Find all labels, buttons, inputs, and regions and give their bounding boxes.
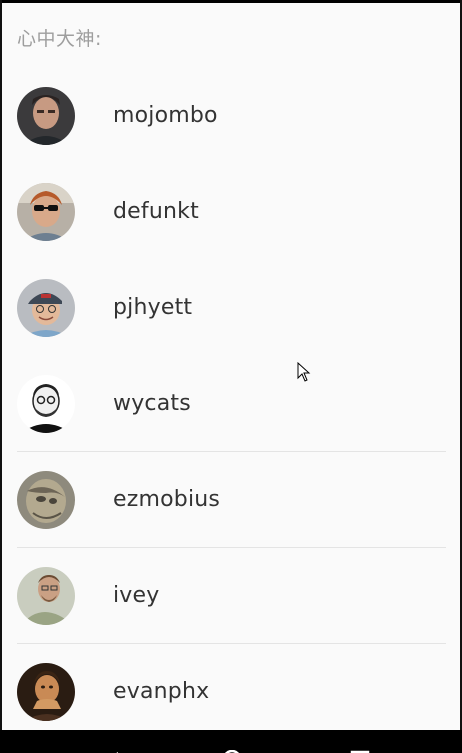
list-item[interactable]: evanphx: [2, 644, 460, 740]
list-item[interactable]: defunkt: [2, 164, 460, 260]
page-title: 心中大神:: [17, 28, 102, 50]
username: mojombo: [113, 103, 218, 128]
avatar: [17, 567, 75, 625]
username: ivey: [113, 583, 160, 608]
status-bar-edge: [0, 0, 462, 3]
list-item[interactable]: pjhyett: [2, 260, 460, 356]
recents-square-icon[interactable]: [350, 744, 370, 753]
username: wycats: [113, 391, 191, 416]
avatar: [17, 375, 75, 433]
list-item[interactable]: ezmobius: [2, 452, 460, 548]
username: ezmobius: [113, 487, 221, 512]
back-triangle-icon[interactable]: [104, 744, 120, 753]
list-item[interactable]: wycats: [2, 356, 460, 452]
user-list: mojombo defunkt pjhyett wycats ezmobius …: [2, 68, 460, 740]
avatar: [17, 87, 75, 145]
avatar: [17, 279, 75, 337]
username: pjhyett: [113, 295, 193, 320]
username: defunkt: [113, 199, 199, 224]
home-circle-icon[interactable]: [222, 744, 242, 753]
list-item[interactable]: mojombo: [2, 68, 460, 164]
avatar: [17, 471, 75, 529]
username: evanphx: [113, 679, 210, 704]
app-screen: 心中大神: mojombo defunkt pjhyett wycats ezm…: [0, 0, 462, 753]
navigation-bar: [0, 730, 462, 753]
avatar: [17, 663, 75, 721]
mouse-pointer-icon: [297, 361, 311, 386]
avatar: [17, 183, 75, 241]
list-item[interactable]: ivey: [2, 548, 460, 644]
